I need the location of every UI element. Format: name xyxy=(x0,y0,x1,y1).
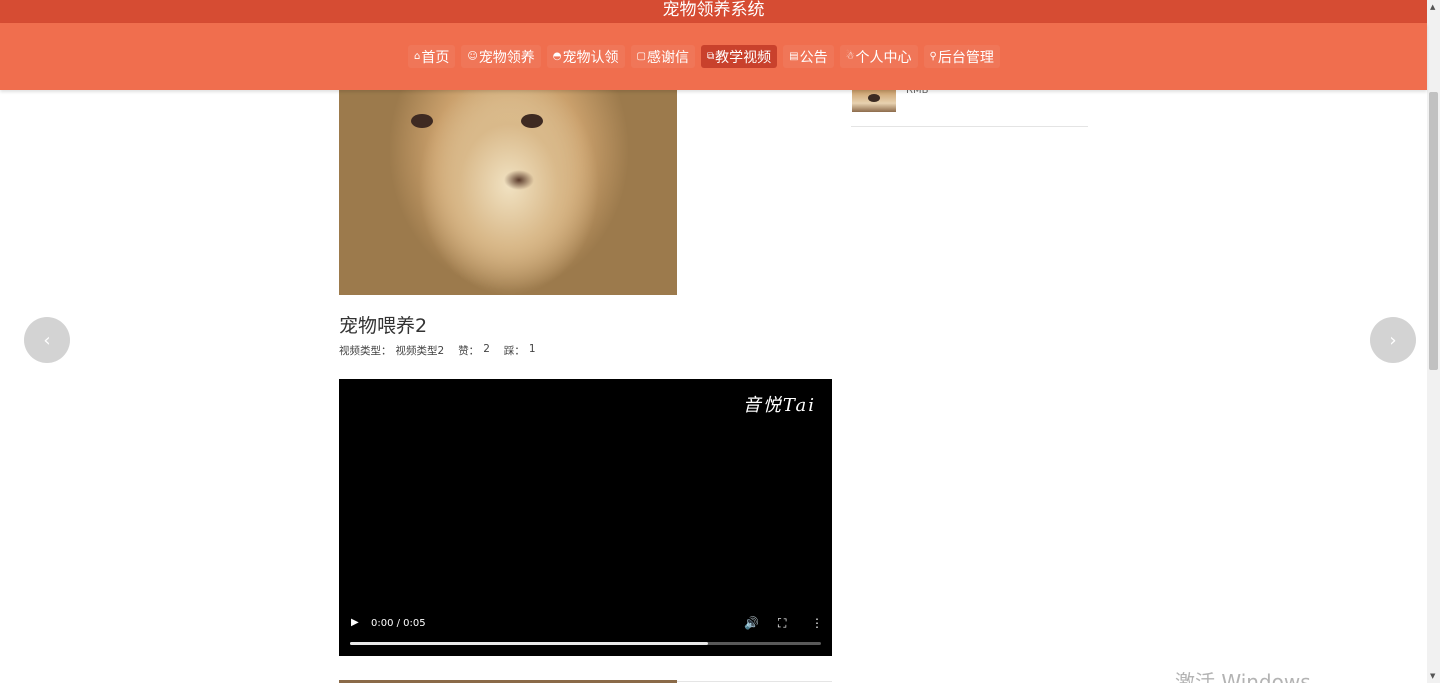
site-title: 宠物领养系统 xyxy=(662,0,765,20)
video-cover-image[interactable] xyxy=(339,90,677,295)
video-type-label: 视频类型： xyxy=(339,345,392,357)
video-player[interactable]: 音悦Tai ▶ 0:00 / 0:05 🔊 ⛶ ⋮ xyxy=(339,379,832,656)
like-label: 赞： xyxy=(458,345,480,357)
scroll-down-icon[interactable]: ▼ xyxy=(1430,672,1435,680)
nav-item-label: 首页 xyxy=(421,49,450,66)
home-icon: ⌂ xyxy=(414,51,421,62)
dislike-count: 1 xyxy=(528,343,536,355)
video-meta: 视频类型： 视频类型2 赞： 2 踩： 1 xyxy=(339,343,536,358)
nav-item-label: 个人中心 xyxy=(855,49,912,66)
link-icon: ⚲ xyxy=(929,51,937,62)
cover-eye xyxy=(521,114,543,128)
nav-item-label: 宠物认领 xyxy=(562,49,619,66)
video-title[interactable]: 宠物喂养2 xyxy=(339,311,427,338)
nav-item-label: 感谢信 xyxy=(646,49,689,66)
nav-item-label: 后台管理 xyxy=(937,49,994,66)
nav-menu: ⌂ 首页 ☺ 宠物领养 ◓ 宠物认领 ▢ 感谢信 ⧉ 教学视频 ▤ 公告 ☃ 个… xyxy=(408,45,1000,68)
nav-item-thank-you-letters[interactable]: ▢ 感谢信 xyxy=(630,45,695,68)
site-title-bar: 宠物领养系统 xyxy=(0,0,1427,23)
video-watermark: 音悦Tai xyxy=(742,395,816,416)
video-progress-fill xyxy=(350,642,708,645)
nav-item-label: 公告 xyxy=(799,49,828,66)
scroll-up-icon[interactable]: ▲ xyxy=(1430,3,1435,11)
os-activation-watermark: 激活 Windows xyxy=(1175,670,1311,683)
nav-item-announcements[interactable]: ▤ 公告 xyxy=(783,45,834,68)
carousel-next-button[interactable]: › xyxy=(1370,317,1416,363)
fullscreen-icon[interactable]: ⛶ xyxy=(778,616,786,631)
cover-eye xyxy=(411,114,433,128)
carousel-prev-button[interactable]: ‹ xyxy=(24,317,70,363)
time-display: 0:00 / 0:05 xyxy=(371,618,426,629)
book-icon: ⧉ xyxy=(706,51,715,62)
nav-item-personal-center[interactable]: ☃ 个人中心 xyxy=(839,45,918,68)
nav-item-label: 教学视频 xyxy=(715,49,772,66)
divider xyxy=(677,681,832,682)
video-progress-bar[interactable] xyxy=(350,642,821,645)
nav-item-home[interactable]: ⌂ 首页 xyxy=(408,45,456,68)
letter-icon: ▢ xyxy=(636,51,646,62)
announcement-icon: ▤ xyxy=(789,51,799,62)
sidebar-thumbnail[interactable] xyxy=(852,90,896,112)
nav-item-admin[interactable]: ⚲ 后台管理 xyxy=(923,45,1000,68)
thumb-detail xyxy=(868,94,880,102)
dislike-label: 踩： xyxy=(503,345,525,357)
play-icon[interactable]: ▶ xyxy=(351,617,359,628)
volume-icon[interactable]: 🔊 xyxy=(744,616,759,630)
video-controls: ▶ 0:00 / 0:05 🔊 ⛶ ⋮ xyxy=(339,611,832,656)
vertical-scrollbar[interactable]: ▲ ▼ xyxy=(1427,0,1440,683)
video-type-value: 视频类型2 xyxy=(395,345,445,357)
main-navbar: ⌂ 首页 ☺ 宠物领养 ◓ 宠物认领 ▢ 感谢信 ⧉ 教学视频 ▤ 公告 ☃ 个… xyxy=(0,23,1427,90)
nav-item-pet-claim[interactable]: ◓ 宠物认领 xyxy=(546,45,625,68)
pet-icon: ☺ xyxy=(467,51,478,62)
nav-item-tutorial-videos[interactable]: ⧉ 教学视频 xyxy=(700,45,778,68)
more-options-icon[interactable]: ⋮ xyxy=(811,616,823,630)
claim-icon: ◓ xyxy=(552,51,562,62)
scrollbar-thumb[interactable] xyxy=(1429,92,1438,370)
chevron-right-icon: › xyxy=(1389,329,1397,351)
nav-item-pet-adoption[interactable]: ☺ 宠物领养 xyxy=(461,45,541,68)
sidebar-divider xyxy=(851,126,1088,127)
nav-item-label: 宠物领养 xyxy=(478,49,535,66)
user-icon: ☃ xyxy=(845,51,855,62)
like-count: 2 xyxy=(483,343,490,355)
chevron-left-icon: ‹ xyxy=(43,329,51,351)
page: 宠物领养系统 ⌂ 首页 ☺ 宠物领养 ◓ 宠物认领 ▢ 感谢信 ⧉ 教学视频 ▤… xyxy=(0,0,1440,683)
